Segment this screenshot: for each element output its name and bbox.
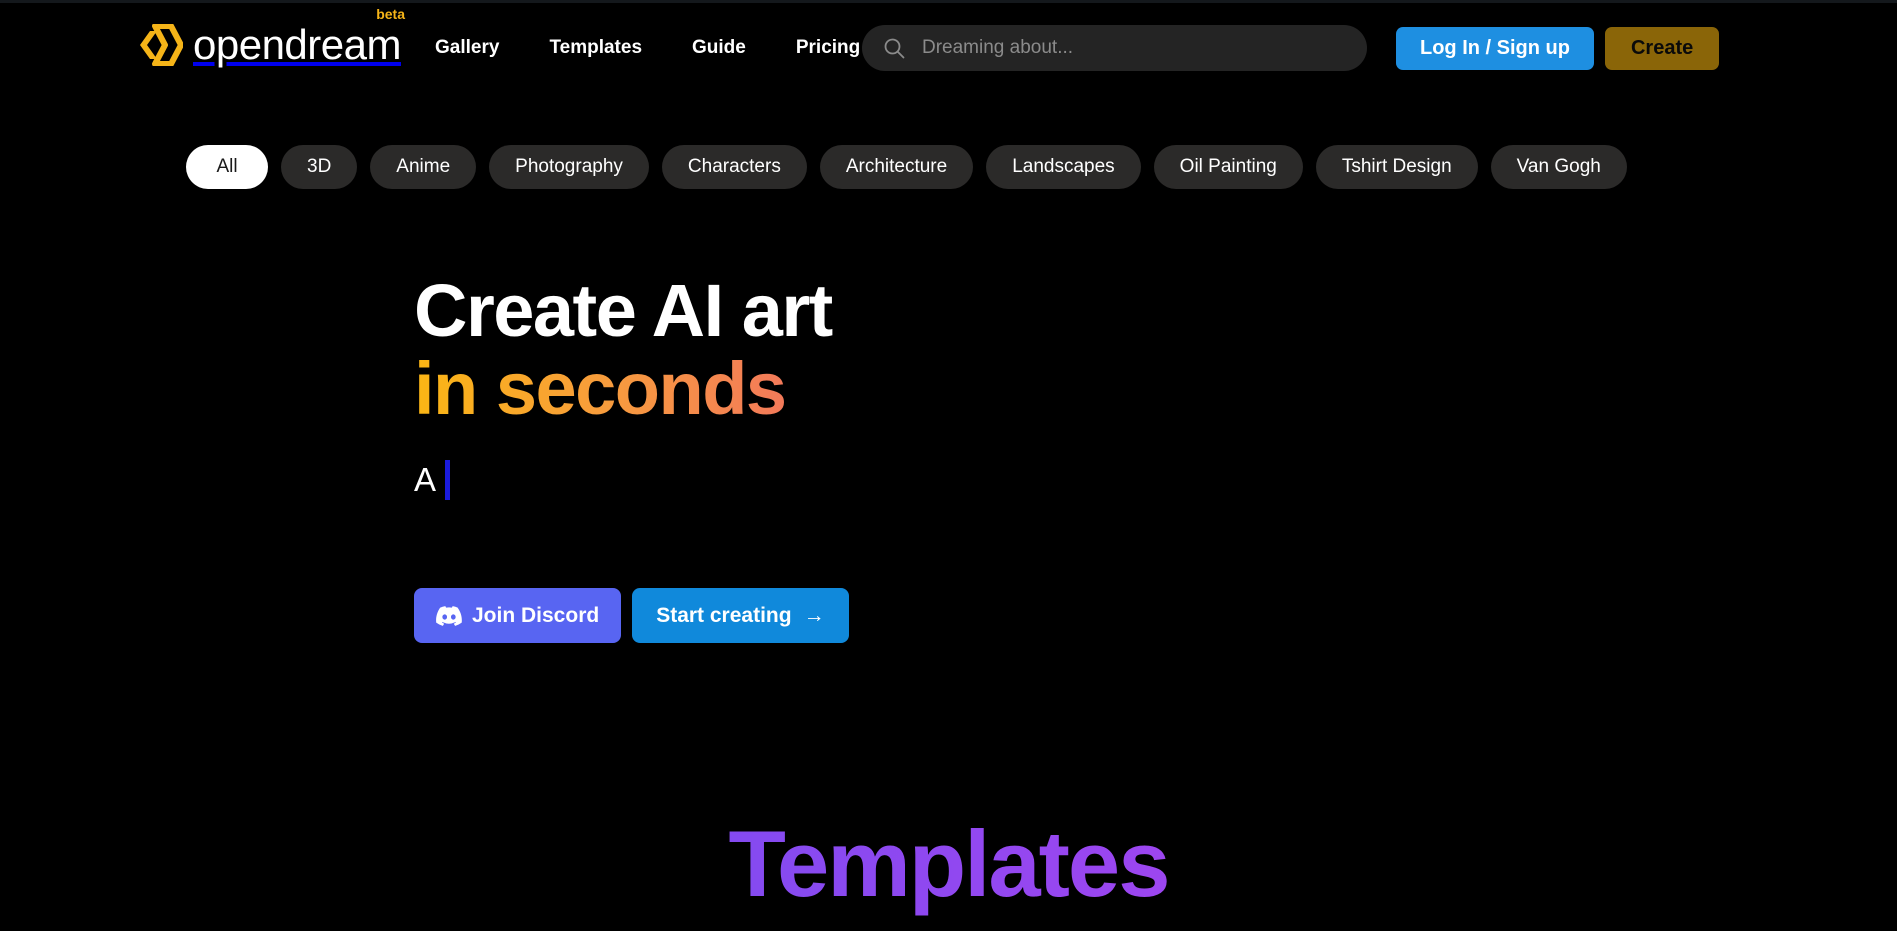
- hero-headline-line-1: Create AI art: [414, 269, 833, 352]
- hero-typed-text-line: A: [414, 458, 1314, 502]
- templates-section-title: Templates: [0, 812, 1897, 916]
- join-discord-label: Join Discord: [472, 603, 600, 627]
- create-button[interactable]: Create: [1604, 27, 1720, 70]
- typing-cursor: [445, 460, 451, 500]
- chip-landscapes[interactable]: Landscapes: [986, 145, 1141, 189]
- brand-logo[interactable]: opendream beta: [137, 7, 405, 69]
- search-bar[interactable]: [862, 25, 1367, 71]
- nav-item-gallery[interactable]: Gallery: [435, 31, 499, 65]
- chip-van-gogh[interactable]: Van Gogh: [1490, 145, 1627, 189]
- hero-headline-line-2: in seconds: [414, 350, 1314, 428]
- hero-section: Create AI art in seconds A: [414, 272, 1314, 502]
- chip-architecture[interactable]: Architecture: [819, 145, 974, 189]
- category-filter-bar: All 3D Anime Photography Characters Arch…: [186, 145, 1627, 189]
- hero-typed-text: A: [414, 461, 437, 498]
- nav-item-templates[interactable]: Templates: [549, 31, 642, 65]
- start-creating-button[interactable]: Start creating →: [632, 588, 849, 643]
- hexagon-chevron-logo-icon: [140, 24, 183, 66]
- page-root: opendream beta Gallery Templates Guide P…: [0, 0, 1897, 931]
- login-signup-button[interactable]: Log In / Sign up: [1396, 27, 1594, 70]
- chip-photography[interactable]: Photography: [489, 145, 649, 189]
- hero-headline: Create AI art in seconds: [414, 272, 1314, 428]
- arrow-right-icon: →: [803, 603, 825, 627]
- chip-tshirt-design[interactable]: Tshirt Design: [1315, 145, 1478, 189]
- nav-item-pricing[interactable]: Pricing: [796, 31, 860, 65]
- chip-oil-painting[interactable]: Oil Painting: [1153, 145, 1303, 189]
- discord-icon: [436, 605, 462, 626]
- main-nav: Gallery Templates Guide Pricing: [435, 31, 860, 65]
- start-creating-label: Start creating: [656, 603, 792, 627]
- brand-name: opendream beta: [193, 7, 405, 68]
- nav-item-guide[interactable]: Guide: [692, 31, 746, 65]
- site-header: opendream beta Gallery Templates Guide P…: [0, 3, 1897, 89]
- chip-characters[interactable]: Characters: [661, 145, 807, 189]
- header-actions: Log In / Sign up Create: [1396, 27, 1720, 70]
- beta-badge: beta: [376, 6, 405, 22]
- brand-wordmark: opendream: [193, 21, 401, 68]
- search-input[interactable]: [922, 37, 1347, 59]
- chip-all[interactable]: All: [186, 145, 268, 189]
- hero-cta-row: Join Discord Start creating →: [414, 588, 849, 643]
- search-icon: [884, 38, 905, 59]
- chip-3d[interactable]: 3D: [281, 145, 358, 189]
- chip-anime[interactable]: Anime: [370, 145, 477, 189]
- join-discord-button[interactable]: Join Discord: [414, 588, 622, 643]
